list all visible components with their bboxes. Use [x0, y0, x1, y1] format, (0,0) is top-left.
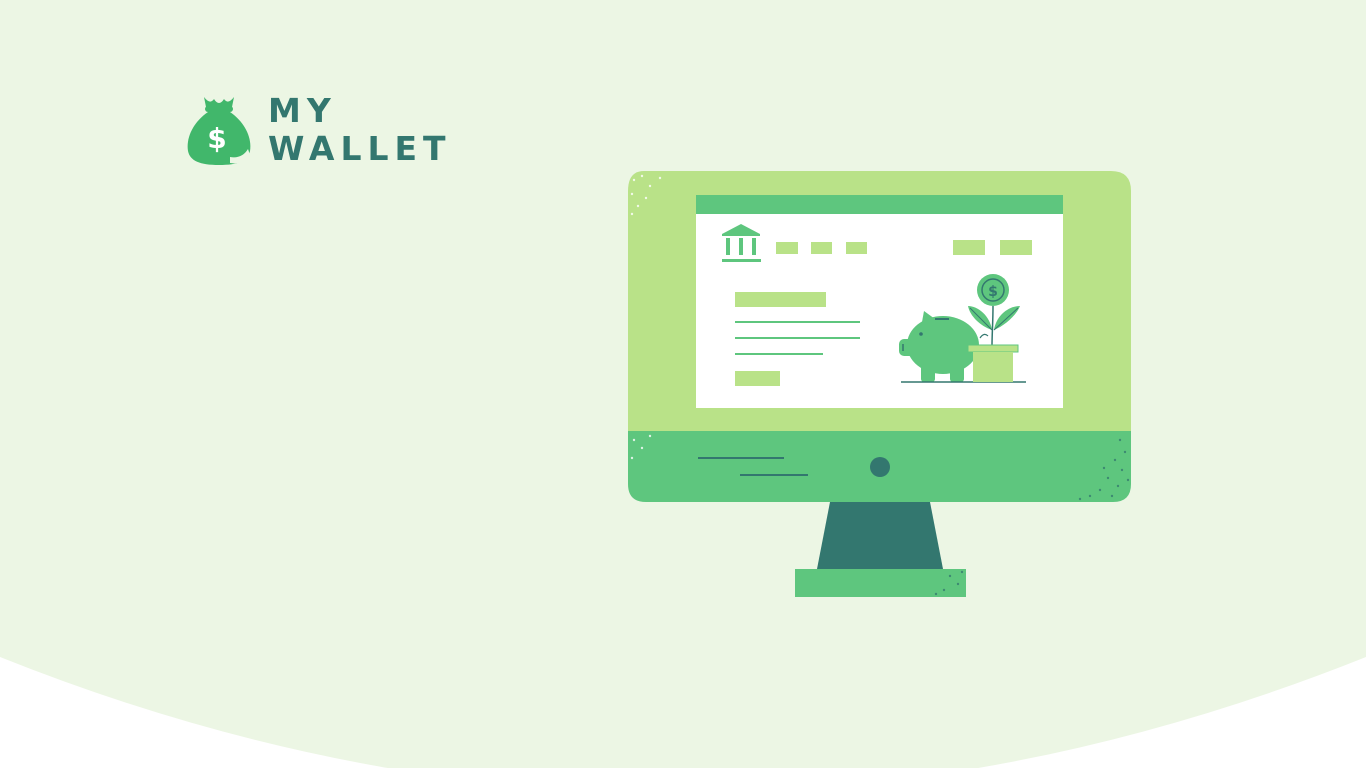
screen-button-block [735, 371, 780, 386]
screen-header-bar [696, 195, 1063, 214]
brand-logo[interactable]: $ MY WALLET [186, 92, 452, 168]
brand-name-line-1: MY [268, 91, 337, 130]
svg-text:$: $ [207, 122, 226, 155]
monitor-stand [817, 502, 943, 569]
screen-nav-item-1 [776, 242, 798, 254]
power-button-icon [870, 457, 890, 477]
svg-text:$: $ [988, 284, 998, 300]
brand-name: MY WALLET [268, 92, 452, 168]
monitor-illustration: $ [628, 171, 1131, 597]
screen-nav-button-1 [953, 240, 985, 255]
screen-heading-block [735, 292, 826, 307]
money-bag-icon: $ [187, 97, 251, 165]
screen-nav-item-3 [846, 242, 867, 254]
screen-nav-item-2 [811, 242, 832, 254]
monitor-base [795, 569, 966, 597]
brand-name-line-2: WALLET [268, 129, 452, 168]
screen-nav-button-2 [1000, 240, 1032, 255]
